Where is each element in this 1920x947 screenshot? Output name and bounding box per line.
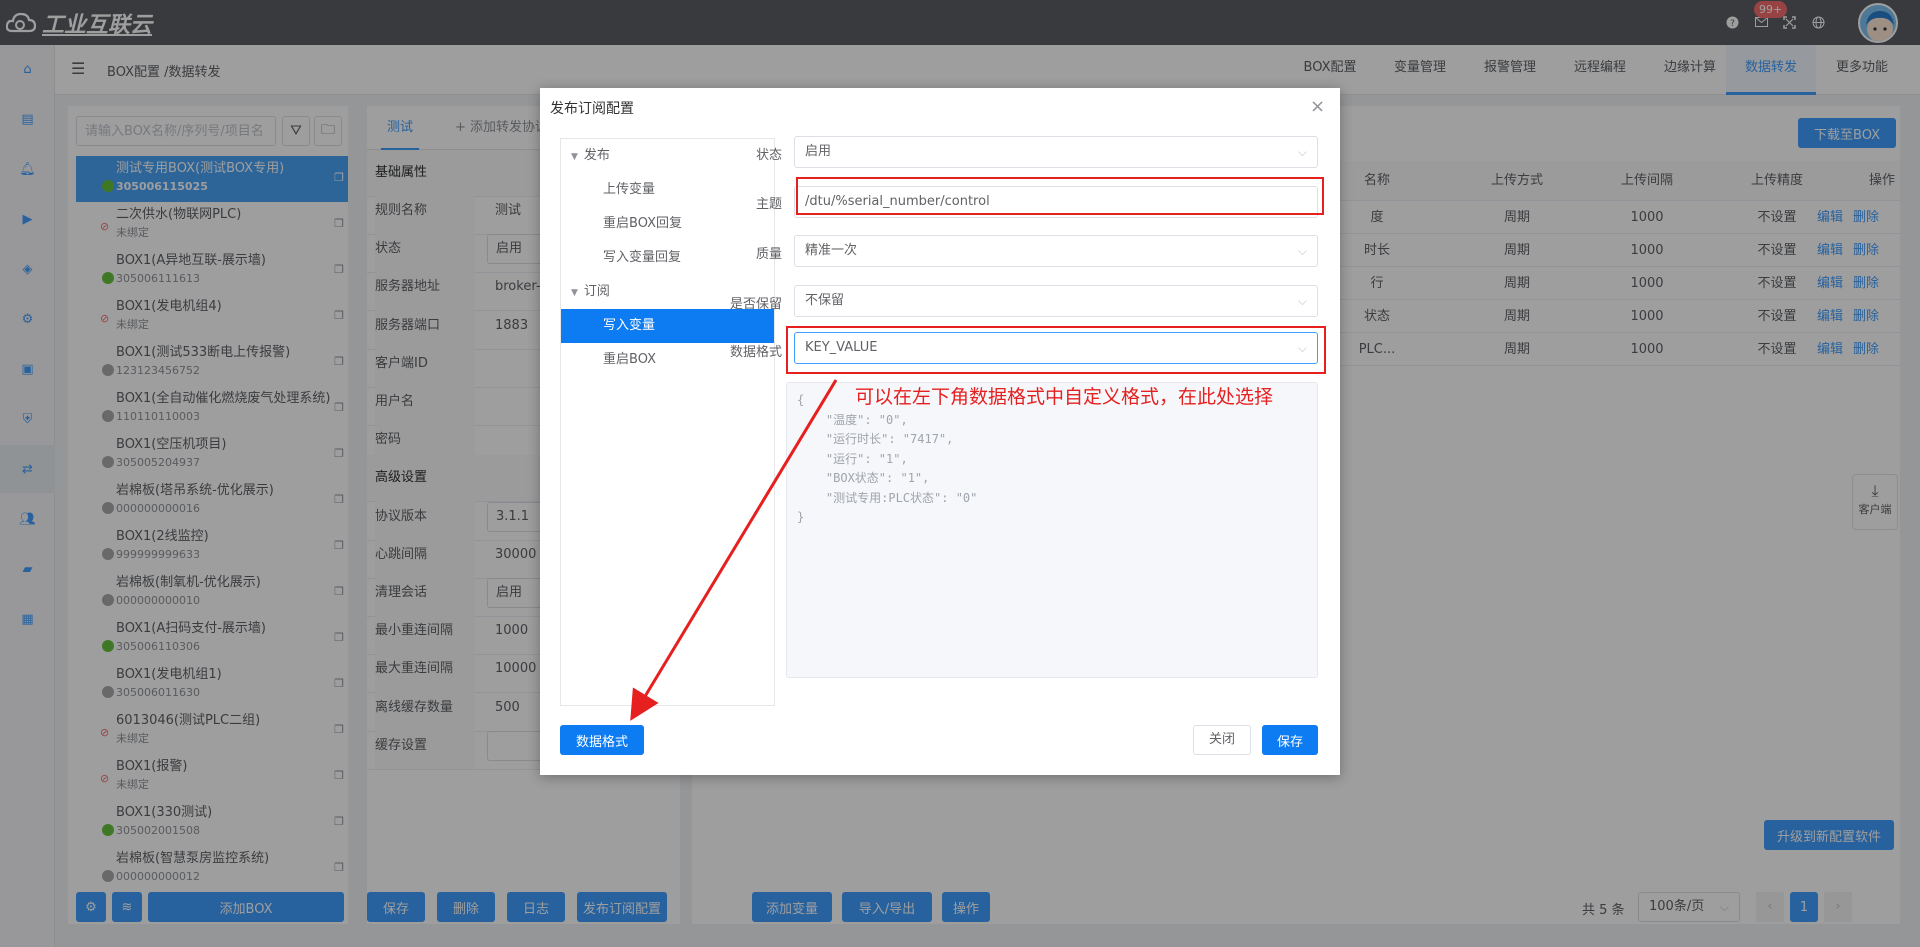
annotation-arrow [630, 379, 838, 721]
